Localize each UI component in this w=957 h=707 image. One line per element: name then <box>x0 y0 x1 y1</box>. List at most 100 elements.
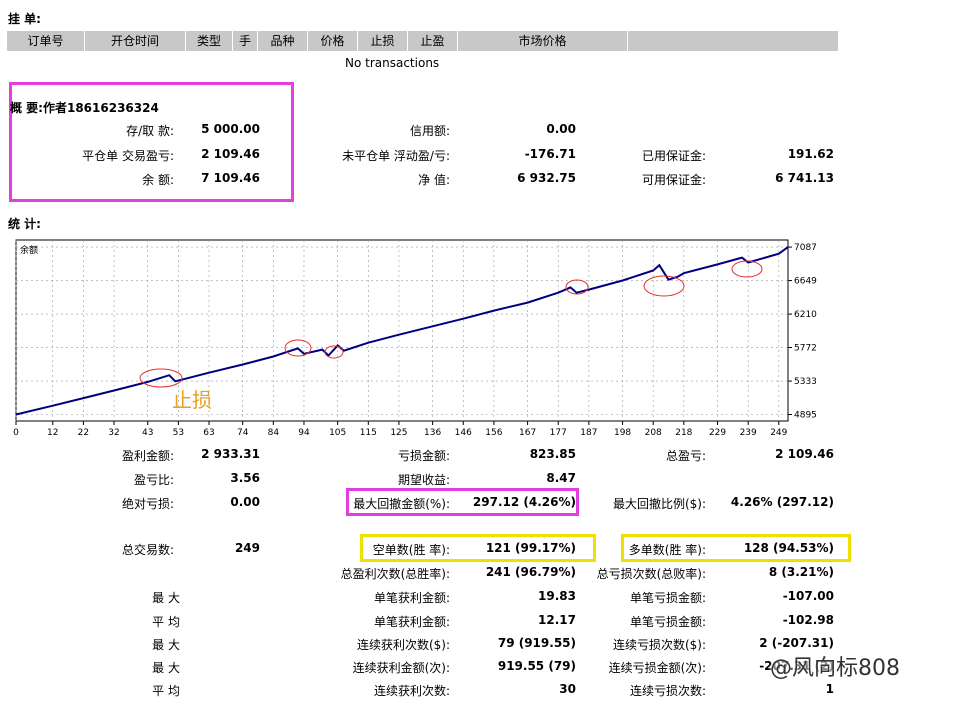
max-consec-profit-value: 919.55 (79) <box>497 659 576 673</box>
max-drawdown-label: 最大回撤金额(%): <box>353 497 450 511</box>
col-open-time: 开仓时间 <box>85 31 186 51</box>
col-order-id: 订单号 <box>7 31 85 51</box>
watermark: @风向标808 <box>770 656 900 681</box>
col-price: 价格 <box>308 31 358 51</box>
long-trades-value: 128 (94.53%) <box>743 541 834 555</box>
col-tp: 止盈 <box>408 31 458 51</box>
balance-value: 7 109.46 <box>201 171 260 185</box>
profit-factor-value: 3.56 <box>230 471 260 485</box>
max-consec-loss-label: 连续亏损金额(次): <box>608 661 706 675</box>
x-tick-label-6: 63 <box>203 428 214 435</box>
used-margin-value: 191.62 <box>787 147 834 161</box>
x-tick-label-9: 94 <box>298 428 310 435</box>
x-tick-label-10: 105 <box>329 428 346 435</box>
total-pnl-value: 2 109.46 <box>775 447 834 461</box>
relative-drawdown-label: 最大回撤比例($): <box>612 497 706 511</box>
deposit-value: 5 000.00 <box>201 122 260 136</box>
stats-title: 统 计: <box>8 217 41 231</box>
x-tick-label-21: 218 <box>675 428 692 435</box>
free-margin-value: 6 741.13 <box>775 171 834 185</box>
used-margin-label: 已用保证金: <box>641 149 706 163</box>
col-lots: 手 <box>233 31 258 51</box>
average-profit-value: 12.17 <box>538 613 576 627</box>
closed-pnl-value: 2 109.46 <box>201 147 260 161</box>
x-tick-label-23: 239 <box>740 428 757 435</box>
floating-pnl-label: 未平仓单 浮动盈/亏: <box>342 149 450 163</box>
expected-payoff-value: 8.47 <box>546 471 576 485</box>
absolute-drawdown-label: 绝对亏损: <box>121 497 174 511</box>
largest-profit-value: 19.83 <box>538 589 576 603</box>
x-tick-label-12: 125 <box>390 428 407 435</box>
y-tick-label-5: 7087 <box>794 243 817 253</box>
equity-value: 6 932.75 <box>517 171 576 185</box>
total-trades-value: 249 <box>234 541 260 555</box>
avg-consec-wins-label: 连续获利次数: <box>373 684 450 698</box>
y-tick-label-2: 5772 <box>794 344 817 354</box>
col-symbol: 品种 <box>258 31 308 51</box>
profit-trades-label: 总盈利次数(总胜率): <box>340 567 450 581</box>
max-consec-profit-label: 连续获利金额(次): <box>352 661 450 675</box>
average-loss-value: -102.98 <box>782 613 834 627</box>
avg-consec-losses-value: 1 <box>825 682 834 696</box>
long-trades-label: 多单数(胜 率): <box>628 543 706 557</box>
largest-label: 最 大 <box>152 591 180 605</box>
average-loss-label: 单笔亏损金额: <box>629 615 706 629</box>
avg-consec-losses-label: 连续亏损次数: <box>629 684 706 698</box>
x-tick-label-3: 32 <box>108 428 119 435</box>
x-tick-label-11: 115 <box>360 428 377 435</box>
x-tick-label-13: 136 <box>424 428 441 435</box>
chart-title: 余额 <box>20 244 38 256</box>
short-trades-value: 121 (99.17%) <box>485 541 576 555</box>
max-consec-losses-value: 2 (-207.31) <box>759 636 834 650</box>
total-trades-label: 总交易数: <box>121 543 174 557</box>
x-tick-label-18: 187 <box>580 428 597 435</box>
total-pnl-label: 总盈亏: <box>665 449 706 463</box>
average-label: 平 均 <box>152 615 180 629</box>
y-tick-label-0: 4895 <box>794 411 817 421</box>
x-tick-label-15: 156 <box>485 428 502 435</box>
profit-trades-value: 241 (96.79%) <box>485 565 576 579</box>
x-tick-label-1: 12 <box>47 428 58 435</box>
orders-empty-text: No transactions <box>345 56 440 70</box>
short-trades-label: 空单数(胜 率): <box>372 543 450 557</box>
orders-title: 挂 单: <box>8 12 41 26</box>
y-tick-label-3: 6210 <box>794 310 817 320</box>
loss-trades-value: 8 (3.21%) <box>768 565 834 579</box>
y-axis-ticks: 4895 5333 5772 6210 6649 7087 <box>788 243 817 421</box>
col-market-price: 市场价格 <box>458 31 628 51</box>
y-tick-label-1: 5333 <box>794 377 817 387</box>
plot-frame <box>15 239 789 422</box>
x-tick-label-14: 146 <box>455 428 472 435</box>
credit-value: 0.00 <box>546 122 576 136</box>
x-tick-label-16: 167 <box>519 428 536 435</box>
relative-drawdown-value: 4.26% (297.12) <box>730 495 834 509</box>
max-drawdown-value: 297.12 (4.26%) <box>472 495 576 509</box>
avg-consec-wins-value: 30 <box>559 682 576 696</box>
x-tick-label-22: 229 <box>709 428 726 435</box>
x-tick-label-20: 208 <box>645 428 662 435</box>
closed-pnl-label: 平仓单 交易盈亏: <box>82 149 174 163</box>
largest-profit-label: 单笔获利金额: <box>373 591 450 605</box>
average-consec-label: 平 均 <box>152 684 180 698</box>
profit-factor-label: 盈亏比: <box>133 473 174 487</box>
average-profit-label: 单笔获利金额: <box>373 615 450 629</box>
x-tick-label-8: 84 <box>268 428 280 435</box>
x-tick-label-17: 177 <box>550 428 567 435</box>
gross-profit-value: 2 933.31 <box>201 447 260 461</box>
x-axis-ticks: 0 12 22 32 43 53 63 74 84 94 105 115 125 136 146 156 167… <box>13 421 788 435</box>
absolute-drawdown-value: 0.00 <box>230 495 260 509</box>
col-sl: 止损 <box>358 31 408 51</box>
y-tick-label-4: 6649 <box>794 277 817 287</box>
max-consec-wins-value: 79 (919.55) <box>497 636 576 650</box>
maximal-label: 最 大 <box>152 661 180 675</box>
loss-trades-label: 总亏损次数(总败率): <box>596 567 706 581</box>
gross-profit-label: 盈利金额: <box>121 449 174 463</box>
largest-loss-value: -107.00 <box>782 589 834 603</box>
x-tick-label-7: 74 <box>237 428 249 435</box>
orders-table-header: 订单号 开仓时间 类型 手 品种 价格 止损 止盈 市场价格 <box>7 31 838 51</box>
max-consec-losses-label: 连续亏损次数($): <box>612 638 706 652</box>
max-consec-wins-label: 连续获利次数($): <box>356 638 450 652</box>
gross-loss-label: 亏损金额: <box>397 449 450 463</box>
equity-label: 净 值: <box>418 173 450 187</box>
balance-chart: 0 12 22 32 43 53 63 74 84 94 105 115 125 136 146 156 167… <box>13 239 817 435</box>
